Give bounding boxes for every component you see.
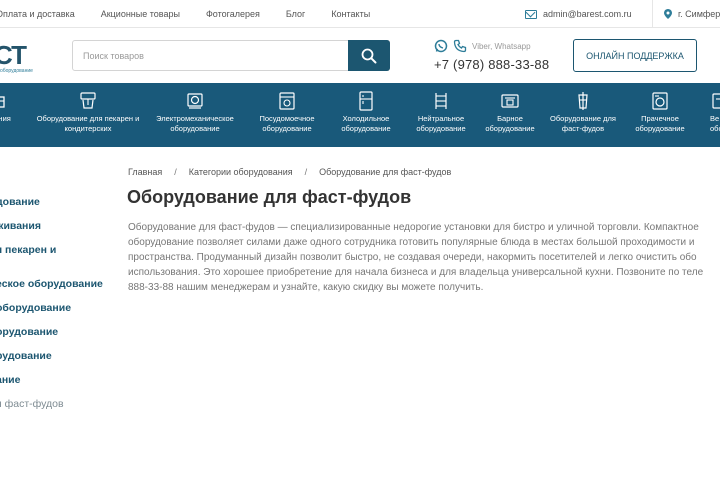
category-item-neutral[interactable]: Нейтральное оборудование [406,83,476,147]
category-label-9-line2: обо [710,124,720,133]
top-nav: Оплата и доставка Акционные товары Фотог… [0,0,370,28]
category-item-ventilation[interactable]: Веобо [696,83,720,147]
search-icon [361,48,377,63]
category-item-fastfood[interactable]: Оборудование для фаст-фудов [542,83,624,147]
sidebar-item-fastfood-active[interactable]: я фаст-фудов [0,398,64,410]
description-line: пространства. Продуманный дизайн позволи… [128,252,697,263]
category-label-4-line2: оборудование [341,124,391,133]
category-label-6-line2: оборудование [485,124,535,133]
category-label-6-line1: Барное [497,114,523,123]
sidebar-item-bar[interactable]: ание [0,374,20,386]
top-divider [652,0,653,28]
breadcrumb-categories-link[interactable]: Категории оборудования [189,167,293,177]
category-label-8-line2: оборудование [635,124,685,133]
sidebar-item-bakery[interactable]: я пекарен и [0,244,56,256]
search-input[interactable] [73,41,349,70]
category-label-3-line1: Посудомоечное [259,114,315,123]
category-label-2-line1: Электромеханическое [156,114,234,123]
sidebar-item-refrigeration[interactable]: орудование [0,326,58,338]
sidebar-item-dishwashing[interactable]: оборудование [0,302,71,314]
site-logo[interactable]: СТ [0,40,27,71]
mail-icon [525,9,537,19]
washer-icon [652,92,668,110]
category-item-refrigeration[interactable]: Холодильное оборудование [330,83,402,147]
top-bar: Оплата и доставка Акционные товары Фотог… [0,0,720,28]
fastfood-icon [578,92,588,110]
category-label-3-line2: оборудование [262,124,312,133]
top-nav-gallery-link[interactable]: Фотогалерея [206,9,260,19]
online-support-button[interactable]: ОНЛАЙН ПОДДЕРЖКА [573,39,697,72]
breadcrumb-separator: / [174,167,177,177]
category-label-7-line2: фаст-фудов [561,124,605,133]
breadcrumb-current: Оборудование для фаст-фудов [319,167,452,177]
city-selector[interactable]: г. Симферополь [664,0,720,28]
category-label-1-line2: кондитерских [64,124,112,133]
category-label-8-line1: Прачечное [641,114,679,123]
category-item-dishwashing[interactable]: Посудомоечное оборудование [248,83,326,147]
category-description: Оборудование для фаст-фудов — специализи… [128,220,720,295]
page-title: Оборудование для фаст-фудов [127,187,412,207]
whatsapp-icon[interactable] [434,39,448,53]
description-line: использования. Это хорошее приобретение … [128,267,704,278]
slicer-icon [187,93,203,109]
sidebar-item-1[interactable]: живания [0,220,41,232]
top-nav-payment-link[interactable]: Оплата и доставка [0,9,75,19]
mixer-icon [80,92,96,109]
description-line: Оборудование для фаст-фудов — специализи… [128,222,699,233]
category-item-electromech[interactable]: Электромеханическое оборудование [148,83,242,147]
fridge-icon [359,91,373,111]
top-email-text: admin@barest.com.ru [543,9,632,19]
sidebar-item-neutral[interactable]: рудование [0,350,52,362]
top-nav-promo-link[interactable]: Акционные товары [101,9,180,19]
category-bar: живания Оборудование для пекарен икондит… [0,83,720,147]
messenger-label: Viber, Whatsapp [472,42,531,51]
category-label-9-line1: Ве [710,114,720,123]
shelf-icon [435,93,447,109]
description-line: оборудование позволяет силами даже одног… [128,237,695,248]
category-item-0[interactable]: живания [0,83,32,147]
top-nav-contacts-link[interactable]: Контакты [331,9,370,19]
category-label-0-line2: живания [0,114,11,123]
top-nav-blog-link[interactable]: Блог [286,9,305,19]
messenger-icons [434,39,467,53]
category-item-laundry[interactable]: Прачечное оборудование [624,83,696,147]
sidebar-item-0[interactable]: дование [0,196,40,208]
category-item-bakery[interactable]: Оборудование для пекарен и кондитерских [30,83,146,147]
breadcrumb-separator: / [304,167,308,177]
coffee-machine-icon [501,94,519,108]
category-label-5-line2: оборудование [416,124,466,133]
search-box [72,40,390,71]
tray-icon [0,96,5,108]
category-label-5-line1: Нейтральное [417,114,465,123]
phone-icon[interactable] [453,39,467,53]
city-name: г. Симферополь [678,9,720,19]
breadcrumb-home-link[interactable]: Главная [128,167,162,177]
search-button[interactable] [348,40,390,71]
category-item-bar[interactable]: Барное оборудование [478,83,542,147]
category-label-4-line1: Холодильное [342,114,390,123]
phone-number[interactable]: +7 (978) 888-33-88 [434,57,549,72]
location-pin-icon [664,9,672,19]
description-line: 888-33-88 нашим менеджерам и узнайте, ка… [128,282,484,293]
category-label-1-line1: Оборудование для пекарен и [36,114,140,123]
vent-icon [712,93,720,109]
dishwasher-icon [279,92,295,110]
category-label-2-line2: оборудование [170,124,220,133]
category-label-7-line1: Оборудование для [550,114,616,123]
breadcrumb: Главная / Категории оборудования / Обору… [128,167,451,177]
site-logo-subtitle: оборудование [0,68,33,74]
sidebar-item-electromech[interactable]: еское оборудование [0,278,103,290]
top-email-link[interactable]: admin@barest.com.ru [525,0,632,28]
